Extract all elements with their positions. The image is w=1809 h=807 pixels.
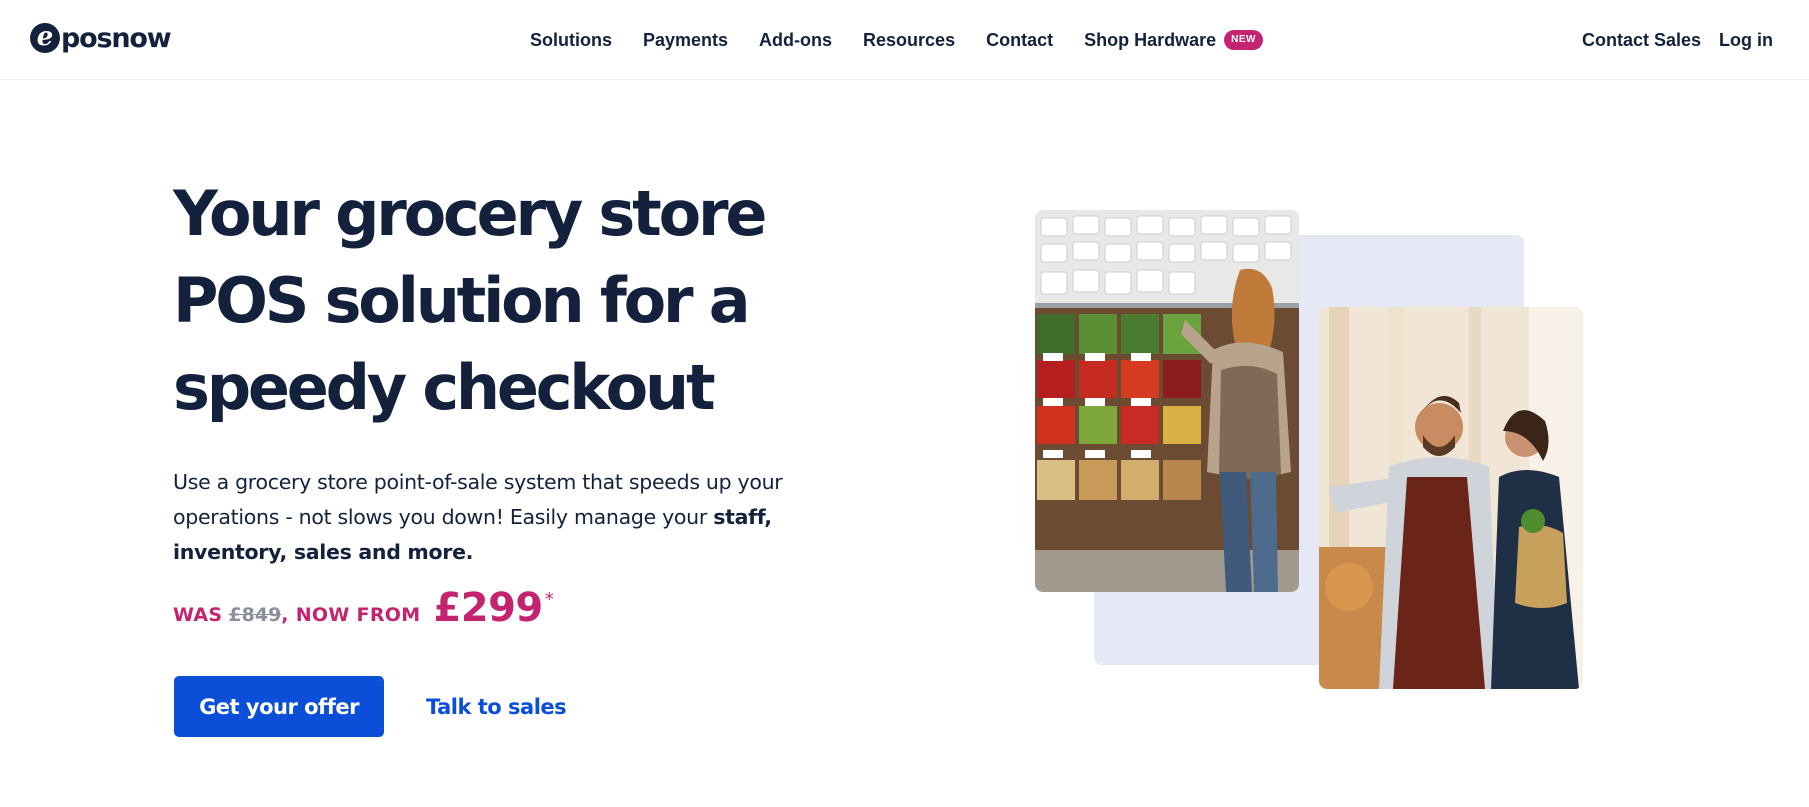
cashier-and-customer-photo	[1319, 307, 1583, 689]
nav-payments[interactable]: Payments	[643, 30, 728, 51]
headline-line-2: POS solution for a	[173, 264, 751, 337]
logo-e-mark: e	[30, 23, 60, 53]
now-from-label: , NOW FROM	[281, 604, 421, 626]
main-menu: Solutions Payments Add-ons Resources Con…	[530, 0, 1263, 80]
login-link[interactable]: Log in	[1719, 30, 1773, 51]
talk-to-sales-link[interactable]: Talk to sales	[426, 676, 567, 737]
hero-description: Use a grocery store point-of-sale system…	[173, 465, 853, 570]
account-links: Contact Sales Log in	[1564, 0, 1773, 80]
hero-headline: Your grocery store POS solution for a sp…	[173, 170, 793, 431]
price-asterisk: *	[544, 589, 554, 610]
headline-line-3: speedy checkout	[173, 351, 716, 424]
nav-contact[interactable]: Contact	[986, 30, 1053, 51]
headline-line-1: Your grocery store	[173, 177, 767, 250]
new-badge: NEW	[1224, 30, 1263, 50]
nav-add-ons[interactable]: Add-ons	[759, 30, 832, 51]
description-text: Use a grocery store point-of-sale system…	[173, 470, 783, 529]
eposnow-logo[interactable]: e posnow	[30, 18, 172, 58]
get-offer-button[interactable]: Get your offer	[174, 676, 384, 737]
nav-shop-hardware[interactable]: Shop Hardware	[1084, 30, 1216, 51]
new-price: £299	[433, 585, 543, 631]
old-price: £849	[228, 604, 282, 626]
grocery-shelves-photo	[1035, 210, 1299, 592]
logo-wordmark: posnow	[61, 22, 172, 54]
was-label: WAS	[173, 604, 223, 626]
top-navigation: e posnow Solutions Payments Add-ons Reso…	[0, 0, 1809, 80]
contact-sales-link[interactable]: Contact Sales	[1582, 30, 1701, 51]
nav-solutions[interactable]: Solutions	[530, 30, 612, 51]
nav-resources[interactable]: Resources	[863, 30, 955, 51]
price-offer: WAS £849 , NOW FROM £299 *	[173, 585, 554, 631]
